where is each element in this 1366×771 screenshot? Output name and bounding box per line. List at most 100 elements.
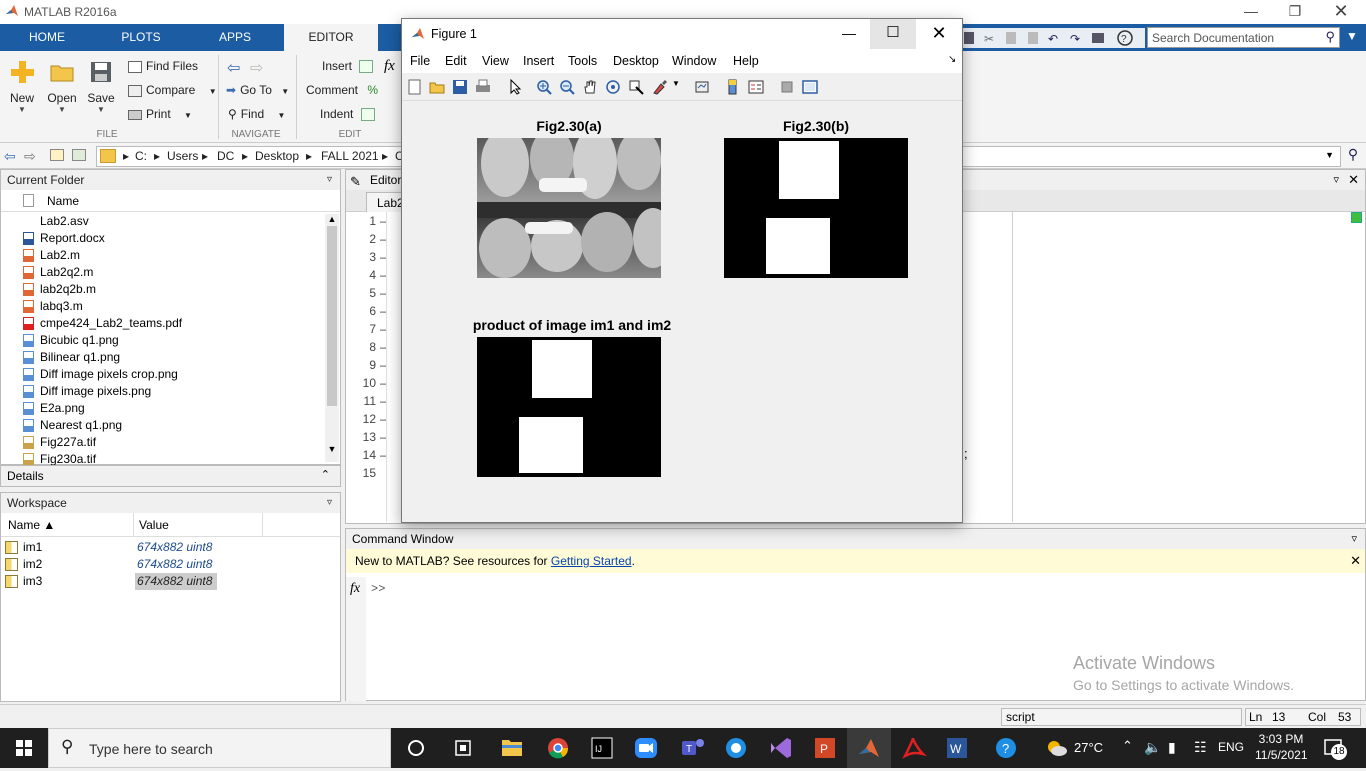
dock-arrow-icon[interactable]: ↘ (948, 54, 956, 65)
help-app-icon[interactable]: ? (984, 728, 1028, 768)
menu-desktop[interactable]: Desktop (613, 54, 659, 68)
list-item[interactable]: Lab2.m (1, 247, 340, 264)
list-item[interactable]: Fig227a.tif (1, 434, 340, 451)
tab-plots[interactable]: PLOTS (94, 24, 188, 51)
chevron-up-icon[interactable]: ⌃ (1122, 738, 1133, 754)
fx-icon[interactable]: fx (384, 58, 395, 75)
restore-button[interactable]: ❐ (1272, 0, 1318, 24)
link-plot-icon[interactable] (694, 79, 710, 95)
panel-menu-icon[interactable]: ▿ (1333, 170, 1339, 190)
workspace-row[interactable]: im3 674x882 uint8 (1, 573, 340, 590)
tab-editor[interactable]: EDITOR (284, 24, 378, 51)
getting-started-link[interactable]: Getting Started (551, 554, 632, 568)
legend-icon[interactable] (748, 79, 764, 95)
start-button[interactable] (0, 728, 48, 768)
clock[interactable]: 3:03 PM 11/5/2021 (1255, 731, 1308, 763)
menu-insert[interactable]: Insert (523, 54, 554, 68)
crumb-desktop[interactable]: Desktop (255, 149, 299, 163)
xray-teeth-image[interactable] (477, 138, 661, 278)
figure-minimize-button[interactable]: — (826, 19, 872, 49)
pan-hand-icon[interactable] (582, 79, 598, 95)
folder-scrollbar[interactable]: ▲ ▼ (325, 214, 339, 462)
crumb-drive[interactable]: C: (135, 149, 147, 163)
figure-maximize-button[interactable]: ☐ (870, 19, 916, 49)
panel-menu-icon[interactable]: ▿ (1351, 529, 1357, 549)
search-documentation-input[interactable]: Search Documentation ⚲ (1147, 27, 1340, 48)
menu-edit[interactable]: Edit (445, 54, 467, 68)
list-item[interactable]: labq3.m (1, 298, 340, 315)
file-explorer-icon[interactable] (490, 728, 534, 768)
brush-icon[interactable] (652, 79, 668, 95)
panel-menu-icon[interactable]: ▿ (327, 493, 332, 513)
cortana-icon[interactable] (394, 728, 438, 768)
forward-arrow-icon[interactable]: ⇨ (250, 58, 263, 78)
chrome-icon[interactable] (536, 728, 580, 768)
chevron-down-icon[interactable]: ▼ (672, 79, 680, 88)
weather-icon[interactable] (1044, 736, 1068, 763)
save-figure-icon[interactable] (452, 79, 468, 95)
compare-button[interactable]: Compare ▼ (128, 83, 217, 97)
acrobat-icon[interactable] (891, 728, 935, 768)
teams-icon[interactable]: T (670, 728, 714, 768)
edit-plot-arrow-icon[interactable] (507, 79, 523, 95)
data-cursor-icon[interactable] (628, 79, 644, 95)
figure-close-button[interactable]: ✕ (916, 19, 962, 49)
panel-menu-icon[interactable]: ▿ (327, 170, 332, 190)
notification-center-icon[interactable]: 18 (1321, 736, 1347, 760)
weather-temp[interactable]: 27°C (1074, 740, 1103, 755)
minimize-button[interactable]: — (1228, 0, 1274, 24)
tab-apps[interactable]: APPS (188, 24, 282, 51)
fx-icon[interactable]: fx (350, 581, 360, 597)
menu-tools[interactable]: Tools (568, 54, 597, 68)
code-fragment[interactable]: ; (964, 446, 968, 461)
indent-button[interactable]: Indent (320, 107, 375, 122)
insert-button[interactable]: Insert (322, 59, 374, 74)
language-indicator[interactable]: ENG (1218, 740, 1244, 754)
battery-icon[interactable]: ▮ (1168, 739, 1176, 756)
colorbar-icon[interactable] (725, 79, 741, 95)
ws-col-value[interactable]: Value (133, 513, 169, 537)
volume-icon[interactable]: 🔈 (1144, 739, 1161, 756)
zoom-out-icon[interactable] (559, 79, 575, 95)
close-banner-icon[interactable]: ✕ (1350, 549, 1361, 573)
list-item[interactable]: Bilinear q1.png (1, 349, 340, 366)
mask-image-b[interactable] (724, 138, 908, 278)
scroll-down-icon[interactable]: ▼ (325, 444, 339, 454)
print-figure-icon[interactable] (475, 79, 491, 95)
task-view-icon[interactable] (441, 728, 485, 768)
app-icon[interactable] (714, 728, 758, 768)
close-editor-icon[interactable]: ✕ (1348, 170, 1359, 190)
rotate-3d-icon[interactable] (605, 79, 621, 95)
zoom-in-icon[interactable] (536, 79, 552, 95)
scroll-thumb[interactable] (327, 226, 337, 406)
show-plot-tools-icon[interactable] (802, 79, 818, 95)
menu-file[interactable]: File (410, 54, 430, 68)
details-panel[interactable]: Details ⌃ (0, 465, 341, 487)
tab-home[interactable]: HOME (0, 24, 94, 51)
chevron-up-icon[interactable]: ⌃ (321, 468, 330, 481)
powerpoint-icon[interactable]: P (803, 728, 847, 768)
path-search-icon[interactable]: ⚲ (1343, 146, 1363, 166)
menu-help[interactable]: Help (733, 54, 759, 68)
code-analyzer-indicator[interactable] (1351, 212, 1362, 223)
goto-button[interactable]: ➡ Go To ▼ (226, 83, 289, 97)
list-item[interactable]: cmpe424_Lab2_teams.pdf (1, 315, 340, 332)
save-button[interactable]: Save ▼ (79, 59, 123, 114)
crumb-users[interactable]: Users (167, 149, 198, 163)
chevron-down-icon[interactable]: ▼ (1325, 150, 1334, 160)
workspace-row[interactable]: im2 674x882 uint8 (1, 556, 340, 573)
list-item[interactable]: Bicubic q1.png (1, 332, 340, 349)
command-prompt[interactable]: >> (371, 582, 385, 596)
print-button[interactable]: Print ▼ (128, 107, 192, 121)
wifi-icon[interactable]: ☷ (1194, 739, 1207, 756)
hide-plot-tools-icon[interactable] (779, 79, 795, 95)
open-file-icon[interactable] (429, 79, 445, 95)
menu-view[interactable]: View (482, 54, 509, 68)
comment-button[interactable]: Comment % (306, 83, 378, 97)
list-item[interactable]: Lab2q2.m (1, 264, 340, 281)
list-item[interactable]: Lab2.asv (1, 213, 340, 230)
scroll-up-icon[interactable]: ▲ (325, 214, 339, 224)
list-item[interactable]: lab2q2b.m (1, 281, 340, 298)
menu-window[interactable]: Window (672, 54, 716, 68)
new-button[interactable]: New ▼ (0, 59, 44, 114)
